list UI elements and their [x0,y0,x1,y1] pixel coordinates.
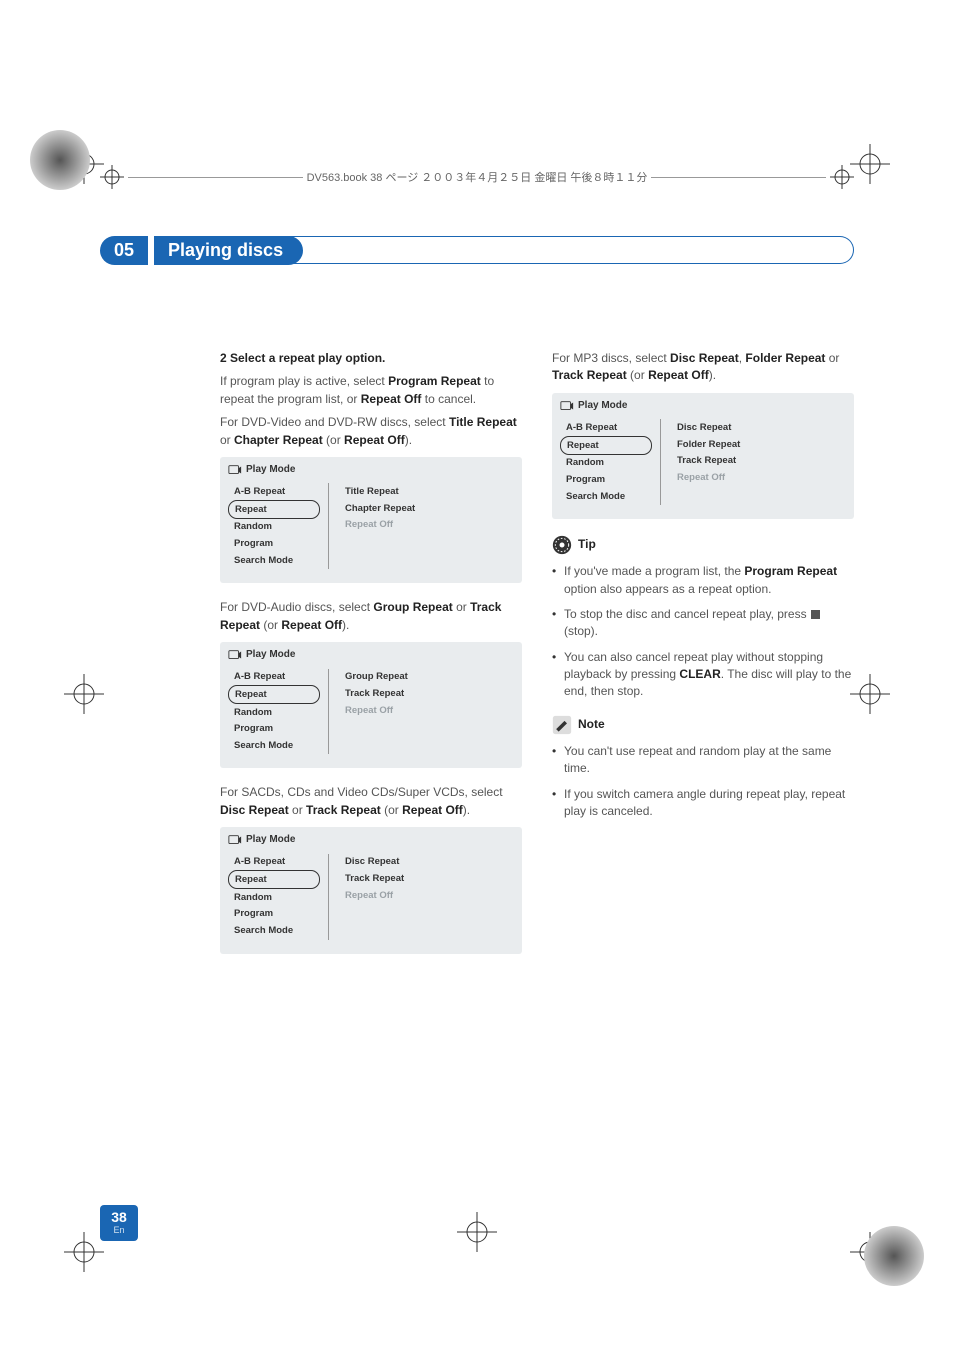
right-column: For MP3 discs, select Disc Repeat, Folde… [552,350,854,970]
play-mode-panel: Play Mode A-B Repeat Repeat Random Progr… [220,827,522,953]
playmode-icon [560,399,574,413]
note-item: If you switch camera angle during repeat… [552,786,854,821]
tip-item: To stop the disc and cancel repeat play,… [552,606,854,641]
chapter-number: 05 [100,236,148,265]
page-number: 38 [111,1209,127,1225]
tip-heading: Tip [552,535,854,555]
note-item: You can't use repeat and random play at … [552,743,854,778]
tip-item: You can also cancel repeat play without … [552,649,854,701]
tip-icon [552,535,572,555]
body-text: If program play is active, select Progra… [220,373,522,408]
chapter-outline [285,236,854,264]
chapter-title: Playing discs [154,236,303,265]
header-text: DV563.book 38 ページ ２００３年４月２５日 金曜日 午後８時１１分 [307,169,648,185]
registration-mark [453,1208,501,1261]
page-lang: En [100,1225,138,1235]
playmode-icon [228,648,242,662]
body-text: For DVD-Video and DVD-RW discs, select T… [220,414,522,449]
note-heading: Note [552,715,854,735]
body-text: For DVD-Audio discs, select Group Repeat… [220,599,522,634]
note-icon [552,715,572,735]
playmode-icon [228,833,242,847]
playmode-icon [228,463,242,477]
page-number-badge: 38 En [100,1205,138,1241]
tip-item: If you've made a program list, the Progr… [552,563,854,598]
chapter-header: 05 Playing discs [100,234,854,266]
body-text: For SACDs, CDs and Video CDs/Super VCDs,… [220,784,522,819]
play-mode-panel: Play Mode A-B Repeat Repeat Random Progr… [552,393,854,519]
left-column: 2 Select a repeat play option. If progra… [220,350,522,970]
ring-mark [25,125,95,200]
step-heading: 2 Select a repeat play option. [220,351,385,365]
document-header: DV563.book 38 ページ ２００３年４月２５日 金曜日 午後８時１１分 [100,165,854,189]
registration-mark [60,670,108,723]
stop-icon [811,610,820,619]
ring-mark [859,1221,929,1296]
play-mode-panel: Play Mode A-B Repeat Repeat Random Progr… [220,457,522,583]
play-mode-panel: Play Mode A-B Repeat Repeat Random Progr… [220,642,522,768]
body-text: For MP3 discs, select Disc Repeat, Folde… [552,350,854,385]
